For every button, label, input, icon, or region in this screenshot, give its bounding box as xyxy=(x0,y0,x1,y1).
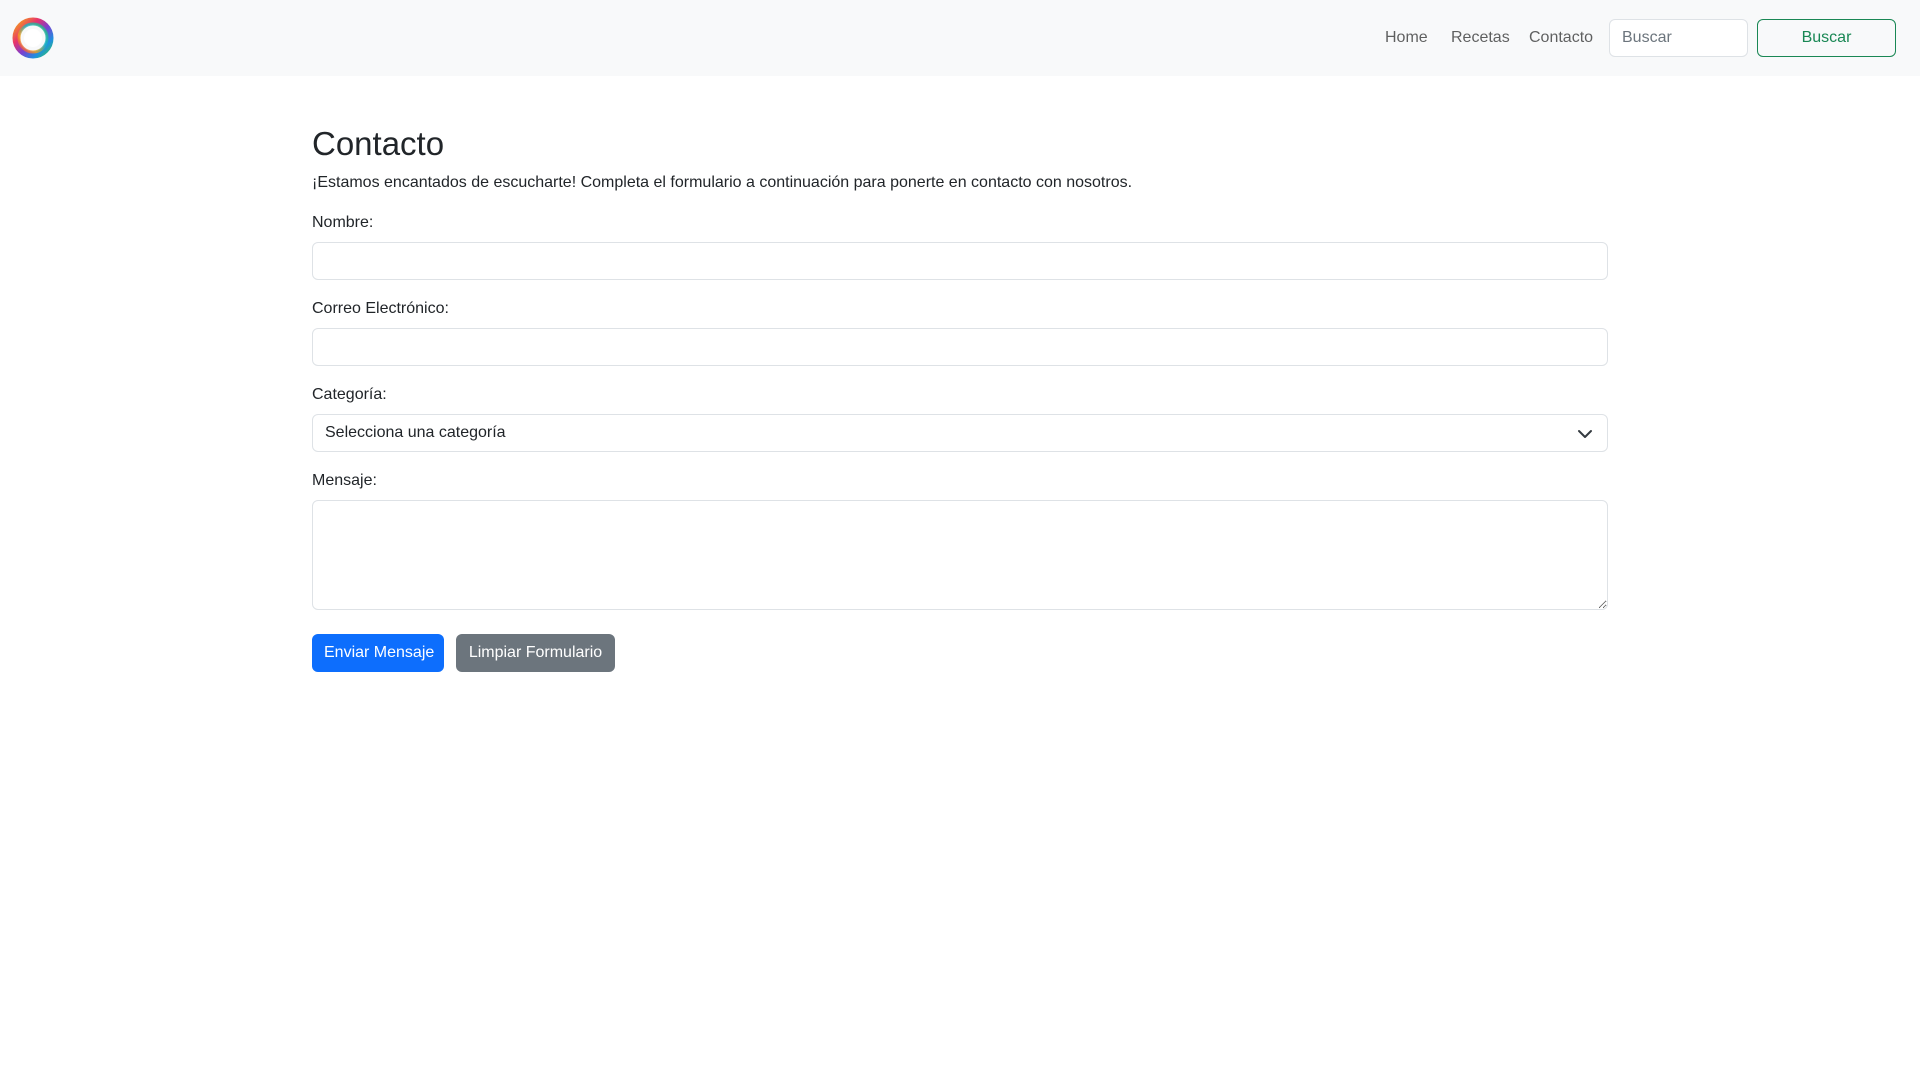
nav-link-home[interactable]: Home xyxy=(1385,27,1428,49)
name-field[interactable] xyxy=(312,242,1608,280)
nav-link-contacto[interactable]: Contacto xyxy=(1529,27,1593,49)
nav-link-recetas[interactable]: Recetas xyxy=(1451,27,1510,49)
message-field[interactable] xyxy=(312,500,1608,610)
category-selected-value: Selecciona una categoría xyxy=(325,424,506,441)
category-select[interactable]: Selecciona una categoría xyxy=(312,414,1608,452)
message-label: Mensaje: xyxy=(312,472,377,489)
chevron-down-icon xyxy=(1578,430,1592,438)
email-label: Correo Electrónico: xyxy=(312,300,449,317)
email-field[interactable] xyxy=(312,328,1608,366)
name-label: Nombre: xyxy=(312,214,374,231)
send-message-button[interactable]: Enviar Mensaje xyxy=(312,634,444,672)
navbar: Home Recetas Contacto Buscar xyxy=(0,0,1920,76)
page-intro: ¡Estamos encantados de escucharte! Compl… xyxy=(312,174,1133,191)
page-title: Contacto xyxy=(312,125,445,162)
search-button[interactable]: Buscar xyxy=(1757,19,1896,57)
clear-form-button[interactable]: Limpiar Formulario xyxy=(456,634,615,672)
ring-logo-icon[interactable] xyxy=(11,16,55,60)
category-label: Categoría: xyxy=(312,386,387,403)
search-input[interactable] xyxy=(1609,19,1748,57)
